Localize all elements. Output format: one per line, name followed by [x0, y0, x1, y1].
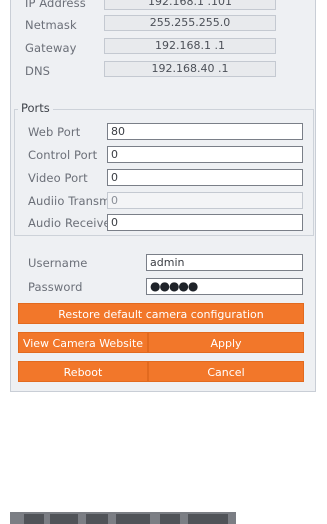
video-port-input[interactable]: 0	[107, 169, 303, 186]
audio-transmit-input: 0	[107, 192, 303, 209]
dns-row: DNS	[25, 64, 50, 78]
strip-tile	[116, 514, 150, 524]
strip-tile	[86, 514, 108, 524]
strip-tile	[188, 514, 228, 524]
restore-defaults-button[interactable]: Restore default camera configuration	[18, 303, 304, 324]
password-label: Password	[28, 280, 83, 294]
audio-receive-label: Audio Receive	[28, 216, 111, 230]
dns-field: 192.168.40 .1	[104, 61, 276, 77]
username-label: Username	[28, 256, 88, 270]
control-port-input[interactable]: 0	[107, 146, 303, 163]
gateway-row: Gateway	[25, 41, 77, 55]
strip-tile	[24, 514, 44, 524]
ports-group-title: Ports	[18, 101, 53, 115]
netmask-field: 255.255.255.0	[104, 15, 276, 31]
audio-transmit-label: Audiio Transmit	[28, 194, 119, 208]
audio-receive-input[interactable]: 0	[107, 214, 303, 231]
netmask-label: Netmask	[25, 18, 77, 32]
strip-tile	[160, 514, 180, 524]
camera-settings-panel: IP Address 192.168.1 .101 Netmask 255.25…	[10, 0, 316, 392]
ip-address-field: 192.168.1 .101	[104, 0, 276, 10]
ip-address-label: IP Address	[25, 0, 86, 10]
gateway-field: 192.168.1 .1	[104, 38, 276, 54]
control-port-label: Control Port	[28, 148, 98, 162]
ip-address-row: IP Address	[25, 0, 86, 10]
web-port-label: Web Port	[28, 125, 81, 139]
view-camera-website-button[interactable]: View Camera Website	[18, 332, 148, 353]
web-port-input[interactable]: 80	[107, 123, 303, 140]
username-input[interactable]: admin	[146, 254, 303, 271]
password-input[interactable]: ●●●●●	[146, 278, 303, 295]
netmask-row: Netmask	[25, 18, 77, 32]
dns-label: DNS	[25, 64, 51, 78]
password-mask: ●●●●●	[150, 279, 198, 293]
gateway-label: Gateway	[25, 41, 77, 55]
reboot-button[interactable]: Reboot	[18, 361, 148, 382]
cancel-button[interactable]: Cancel	[148, 361, 304, 382]
strip-tile	[50, 514, 78, 524]
video-port-label: Video Port	[28, 171, 88, 185]
background-window-strip	[10, 512, 236, 524]
apply-button[interactable]: Apply	[148, 332, 304, 353]
